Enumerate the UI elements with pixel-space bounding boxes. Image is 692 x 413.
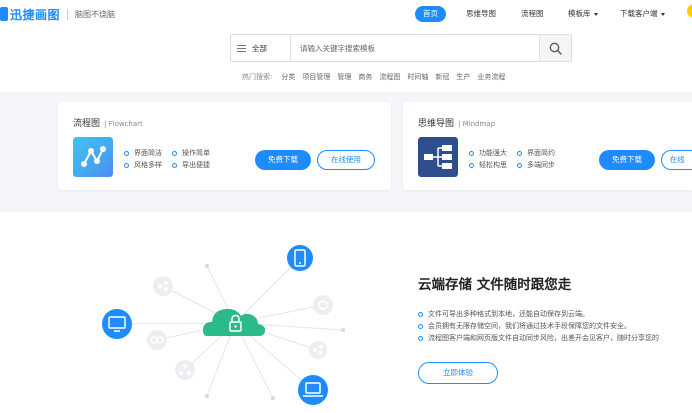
nav-item-download-label: 下载客户端 [620,9,658,18]
hot-term[interactable]: 业务流程 [477,72,505,82]
try-now-button[interactable]: 立即体验 [418,362,498,384]
mindmap-card: 思维导图 | Mindmap 功能强大 轻松构思 界面简约 多端同步 免费下载 在… [403,102,692,190]
feature-item: 多端同步 [517,159,555,171]
chevron-down-icon [593,12,598,16]
feature-item: 轻松构思 [469,159,507,171]
desktop-icon [102,309,132,339]
feature-item: 导出便捷 [172,159,210,171]
card-subtitle: | Mindmap [458,120,496,128]
menu-list-icon [237,44,246,52]
gray-node-tree-icon [175,360,195,380]
feature-item: 风格多样 [124,159,162,171]
card-title-text: 流程图 [73,119,101,129]
nav-item-mindmap[interactable]: 思维导图 [466,6,496,22]
main-nav: 首页 思维导图 流程图 模板库 下载客户端 [0,6,692,22]
gray-node-share-icon [309,341,327,359]
search-scope-select[interactable]: 全部 [231,35,291,61]
hot-term[interactable]: 流程图 [379,72,400,82]
phone-icon [287,245,313,271]
nav-item-templates[interactable]: 模板库 [568,6,598,22]
card-title: 流程图 | Flowchart [73,116,143,129]
hot-term[interactable]: 生产 [456,72,470,82]
search-scope-label: 全部 [252,43,267,53]
cloud-feature-item: 会员拥有无限存储空间，我们将通过技术手段保障您的文件安全。 [418,320,659,332]
hot-search: 热门搜索: 分类 项目管理 管理 商务 流程图 时间轴 新冠 生产 业务流程 [242,72,505,82]
feature-item: 功能强大 [469,147,507,159]
card-title-text: 思维导图 [418,119,455,129]
nav-item-download[interactable]: 下载客户端 [620,6,665,22]
hot-term[interactable]: 时间轴 [407,72,428,82]
nav-item-templates-label: 模板库 [568,9,591,18]
top-header: 迅捷画图 脑图不烧脑 首页 思维导图 流程图 模板库 下载客户端 [0,0,692,28]
hot-term[interactable]: 管理 [337,72,351,82]
chevron-down-icon [660,12,665,16]
online-use-button[interactable]: 在线使用 [317,150,375,170]
search-input[interactable] [291,35,539,61]
hot-term[interactable]: 项目管理 [302,72,330,82]
laptop-icon [298,375,328,405]
feature-item: 界面简约 [517,147,555,159]
feature-item: 界面简洁 [124,147,162,159]
card-title: 思维导图 | Mindmap [418,116,495,129]
hot-term[interactable]: 商务 [358,72,372,82]
hot-term[interactable]: 新冠 [435,72,449,82]
search-bar: 全部 [230,34,572,62]
hot-term[interactable]: 分类 [281,72,295,82]
free-download-button[interactable]: 免费下载 [599,150,655,170]
search-icon [549,42,562,55]
flowchart-card: 流程图 | Flowchart 界面简洁 风格多样 操作简单 导出便捷 免费下载 … [58,102,391,190]
cloud-sync-illustration [102,245,345,405]
feature-list: 功能强大 轻松构思 [469,147,507,171]
cloud-feature-item: 流程图客户端和网页版文件自动同步风险，出差开会见客户，随时分享您的 [418,332,659,344]
feature-list: 界面简洁 风格多样 [124,147,162,171]
search-button[interactable] [539,35,571,61]
gray-node-network-icon [313,295,333,315]
feature-list: 操作简单 导出便捷 [172,147,210,171]
cloud-lock-icon [203,308,265,336]
free-download-button[interactable]: 免费下载 [255,150,311,170]
gray-node-link-icon [147,330,167,350]
cloud-feature-list: 文件可导出多种格式到本地，还能自动保存到云端。 会员拥有无限存储空间，我们将通过… [418,308,659,344]
feature-list: 界面简约 多端同步 [517,147,555,171]
online-use-button[interactable]: 在线 [661,150,692,170]
cloud-feature-item: 文件可导出多种格式到本地，还能自动保存到云端。 [418,308,659,320]
card-subtitle: | Flowchart [104,120,143,128]
card-subtitle-text: Mindmap [462,120,496,128]
nav-item-home[interactable]: 首页 [415,6,446,22]
cloud-section-title: 云端存储 文件随时跟您走 [418,277,572,293]
feature-item: 操作简单 [172,147,210,159]
mindmap-icon [418,137,458,177]
flowchart-icon [73,137,113,177]
gray-node-share-icon [153,276,173,296]
nav-item-flowchart[interactable]: 流程图 [521,6,544,22]
hot-search-label: 热门搜索: [242,73,273,81]
card-subtitle-text: Flowchart [108,120,143,128]
